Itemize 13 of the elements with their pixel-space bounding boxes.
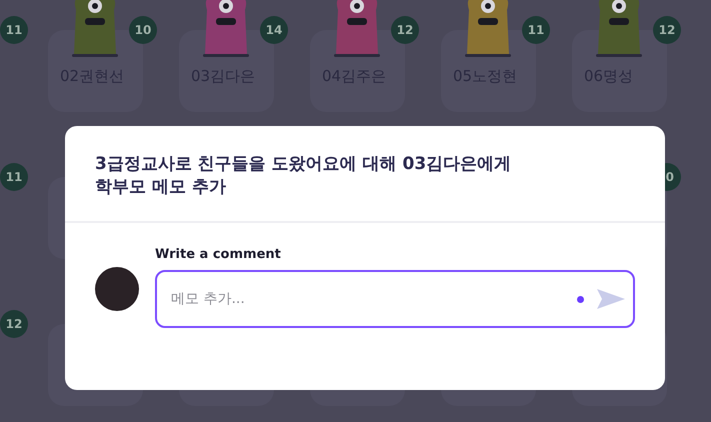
avatar-photo-placeholder: [95, 266, 139, 311]
points-badge: 11: [0, 163, 28, 191]
points-badge: 14: [260, 16, 288, 44]
points-badge: 12: [391, 16, 419, 44]
comment-label: Write a comment: [155, 246, 282, 264]
modal-title: 3급정교사로 친구들을 도왔어요에 대해 03김다은에게 학부모 메모 추가: [95, 153, 512, 199]
points-badge: 11: [0, 16, 28, 44]
points-badge: 12: [0, 310, 28, 338]
points-badge: 10: [129, 16, 157, 44]
points-badge: 11: [522, 16, 550, 44]
comment-field[interactable]: 메모 추가...: [155, 270, 635, 328]
send-icon[interactable]: [595, 287, 627, 312]
points-badge: 12: [653, 16, 681, 44]
